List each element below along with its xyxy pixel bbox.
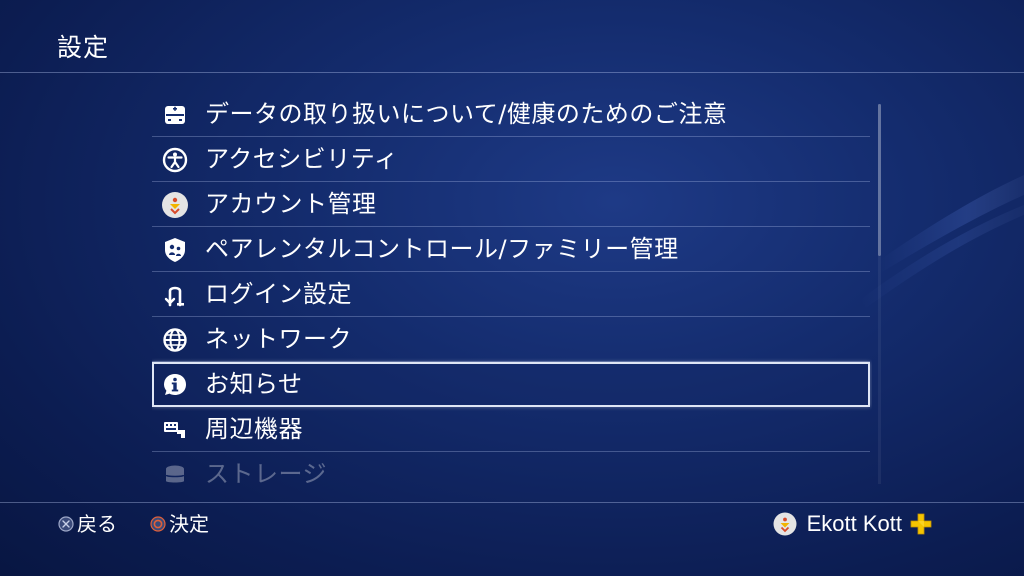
menu-item-label: お知らせ [205, 370, 303, 398]
menu-item-devices[interactable]: 周辺機器 [152, 407, 870, 452]
info-icon [164, 374, 186, 395]
globe-icon [163, 328, 187, 352]
playstation-plus-icon [910, 513, 932, 535]
menu-item-parental-control[interactable]: ペアレンタルコントロール/ファミリー管理 [152, 227, 870, 272]
menu-item-label: 周辺機器 [205, 415, 303, 443]
menu-item-notifications[interactable]: お知らせ [152, 362, 870, 407]
menu-item-label: アクセシビリティ [205, 145, 399, 173]
accessibility-icon [162, 147, 188, 173]
menu-item-label: ストレージ [205, 460, 328, 484]
menu-item-label: データの取り扱いについて/健康のためのご注意 [205, 100, 728, 128]
user-info[interactable]: Ekott Kott [773, 509, 902, 539]
ok-label: 決定 [169, 512, 209, 536]
menu-scrollbar[interactable] [878, 104, 881, 484]
gamepad-icon [165, 106, 185, 124]
menu-item-account[interactable]: アカウント管理 [152, 182, 870, 227]
keyboard-icon [164, 422, 185, 438]
menu-item-login-settings[interactable]: ログイン設定 [152, 272, 870, 317]
ok-hint[interactable]: 決定 [150, 509, 209, 539]
storage-icon [165, 465, 185, 483]
user-avatar-icon [773, 512, 797, 536]
back-label: 戻る [77, 512, 117, 536]
settings-menu-list: データの取り扱いについて/健康のためのご注意 アクセシビリティ アカウント管理 [152, 92, 872, 484]
menu-item-label: ペアレンタルコントロール/ファミリー管理 [205, 235, 679, 263]
back-hint[interactable]: 戻る [58, 509, 117, 539]
family-icon [165, 238, 185, 262]
circle-button-icon [150, 516, 166, 532]
menu-item-label: アカウント管理 [205, 190, 377, 218]
menu-item-storage[interactable]: ストレージ [152, 452, 870, 484]
menu-item-label: ネットワーク [205, 325, 352, 353]
menu-item-label: ログイン設定 [205, 280, 352, 308]
page-title: 設定 [57, 33, 110, 62]
login-icon [164, 286, 184, 307]
settings-menu[interactable]: データの取り扱いについて/健康のためのご注意 アクセシビリティ アカウント管理 [152, 92, 872, 484]
avatar-icon [162, 192, 188, 218]
header-bar: 設定 [0, 0, 1024, 73]
footer-bar: 戻る 決定 Ekott Kott [0, 502, 1024, 576]
menu-item-data-health[interactable]: データの取り扱いについて/健康のためのご注意 [152, 92, 870, 137]
menu-item-accessibility[interactable]: アクセシビリティ [152, 137, 870, 182]
cross-button-icon [58, 516, 74, 532]
user-name: Ekott Kott [806, 511, 902, 536]
scrollbar-thumb[interactable] [878, 104, 881, 256]
menu-item-network[interactable]: ネットワーク [152, 317, 870, 362]
